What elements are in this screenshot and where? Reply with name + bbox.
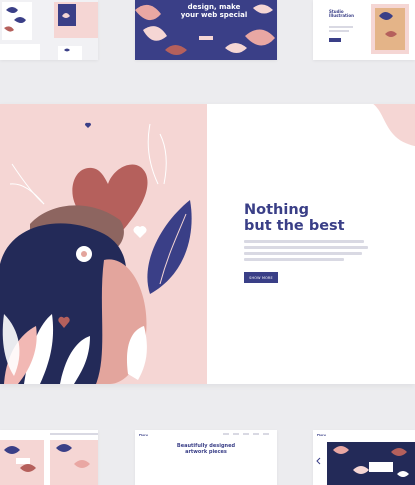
hero-body-text (244, 240, 394, 261)
hero-headline-line-1: Nothing (244, 202, 310, 218)
preview-thumbnail-4[interactable] (0, 430, 98, 485)
show-more-button[interactable]: SHOW MORE (244, 272, 278, 283)
thumbnail-6-art (313, 430, 415, 485)
thumbnail-5-title-line-2: artwork pieces (185, 449, 227, 455)
thumbnail-2-banner-text: design, make your web special (180, 3, 248, 19)
hero-illustration (0, 104, 207, 384)
decorative-blob (373, 104, 415, 147)
body-text-line (244, 246, 368, 249)
body-text-line (244, 258, 344, 261)
preview-thumbnail-6[interactable]: Floru (313, 430, 415, 485)
thumbnail-4-art (0, 430, 98, 485)
body-text-line (244, 240, 364, 243)
preview-thumbnail-2[interactable]: design, make your web special (135, 0, 277, 60)
thumbnail-6-logo: Floru (317, 433, 326, 437)
hero-headline-line-2: but the best (244, 218, 345, 234)
hero-preview-card[interactable]: Nothing but the best SHOW MORE (0, 104, 415, 384)
body-text-line (244, 252, 362, 255)
preview-thumbnail-5[interactable]: Floru Beautifully designed artwork piece… (135, 430, 277, 485)
thumbnail-1-art (0, 0, 98, 60)
hero-copy-block: Nothing but the best SHOW MORE (244, 202, 394, 283)
thumbnail-3-title: Studio Illustration (329, 9, 354, 19)
preview-thumbnail-1[interactable] (0, 0, 98, 60)
thumbnail-5-nav (223, 433, 269, 435)
preview-thumbnail-3[interactable]: Studio Illustration (313, 0, 415, 60)
